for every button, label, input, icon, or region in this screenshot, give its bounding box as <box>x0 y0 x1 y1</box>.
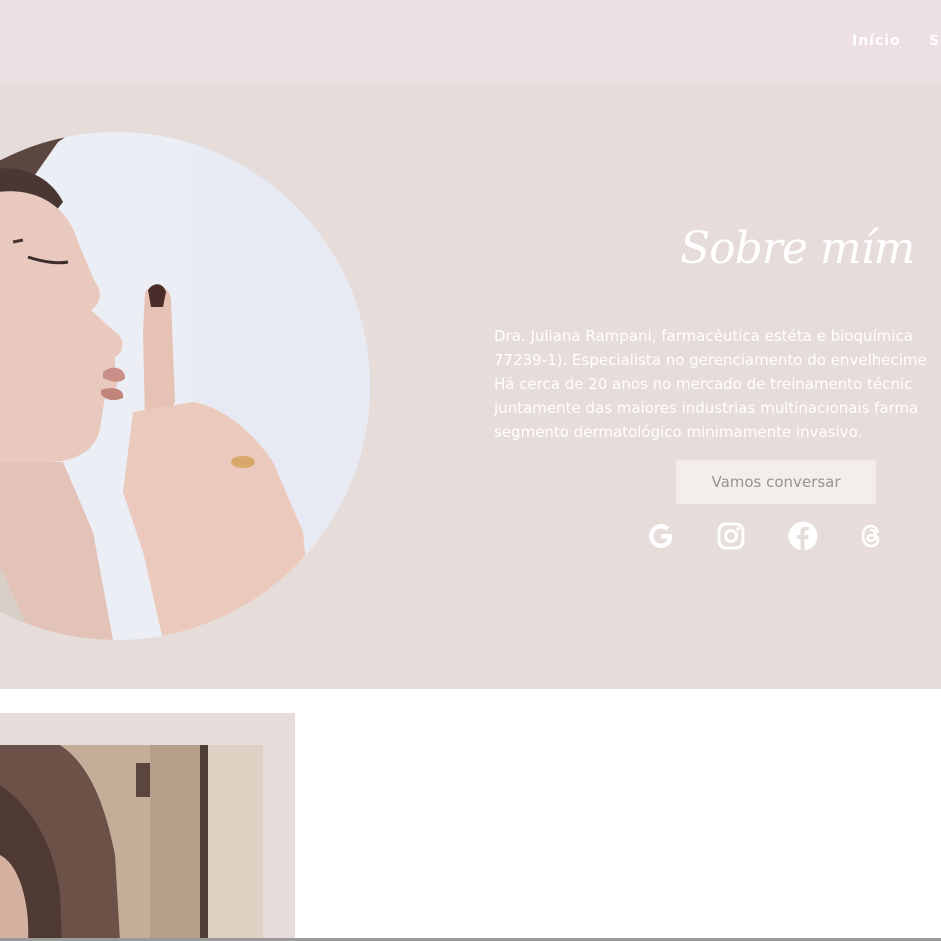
facebook-link[interactable] <box>787 520 819 552</box>
threads-link[interactable] <box>855 520 887 552</box>
nav-item-inicio[interactable]: Início <box>852 33 901 49</box>
about-title: Sobre mím <box>680 223 915 274</box>
contact-button[interactable]: Vamos conversar <box>676 460 876 504</box>
threads-icon <box>861 524 880 548</box>
google-icon <box>649 524 673 548</box>
facebook-icon <box>788 521 818 551</box>
portrait-photo <box>0 132 370 640</box>
about-line: segmento dermatológico minimamente invas… <box>494 423 863 441</box>
about-line: juntamente das maiores industrias multin… <box>494 399 919 417</box>
google-link[interactable] <box>645 520 677 552</box>
about-line: 77239-1). Especialista no gerenciamento … <box>494 351 927 369</box>
instagram-link[interactable] <box>715 520 747 552</box>
secondary-photo-frame <box>0 713 295 941</box>
top-navigation: Início So <box>0 0 941 85</box>
secondary-photo <box>0 745 263 941</box>
about-line: Dra. Juliana Rampani, farmacêutica estét… <box>494 327 913 345</box>
about-line: Há cerca de 20 anos no mercado de treina… <box>494 375 913 393</box>
instagram-icon <box>717 522 745 550</box>
page: Início So <box>0 0 941 941</box>
about-description: Dra. Juliana Rampani, farmacêutica estét… <box>494 324 941 444</box>
nav-item-sobre[interactable]: So <box>929 33 941 49</box>
about-section: Sobre mím Dra. Juliana Rampani, farmacêu… <box>0 85 941 689</box>
